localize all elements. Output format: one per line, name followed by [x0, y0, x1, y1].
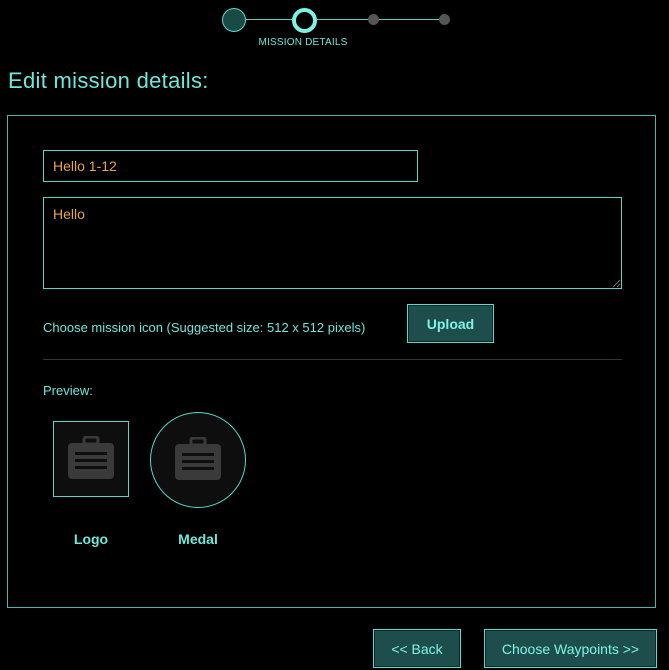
mission-name-input[interactable] — [43, 150, 418, 182]
stepper-connector — [246, 19, 292, 20]
preview-label: Preview: — [43, 383, 93, 398]
briefcase-icon — [175, 437, 221, 480]
step-current-dot — [292, 8, 317, 33]
mission-description-textarea[interactable]: Hello — [43, 197, 622, 289]
stepper-connector — [317, 19, 368, 20]
stepper-connector — [379, 19, 439, 20]
logo-caption: Logo — [73, 531, 109, 547]
back-button[interactable]: << Back — [373, 629, 461, 668]
step-completed-dot[interactable] — [222, 8, 246, 32]
step-pending-dot — [368, 14, 379, 25]
divider — [43, 359, 622, 360]
mission-icon-label: Choose mission icon (Suggested size: 512… — [43, 320, 366, 335]
medal-preview — [150, 412, 246, 508]
mission-details-panel: Hello Choose mission icon (Suggested siz… — [7, 115, 656, 608]
briefcase-icon — [68, 436, 114, 479]
choose-waypoints-button[interactable]: Choose Waypoints >> — [484, 629, 657, 668]
logo-preview — [53, 421, 129, 497]
upload-button[interactable]: Upload — [407, 304, 494, 343]
page: MISSION DETAILS Edit mission details: He… — [0, 0, 669, 670]
current-step-label: MISSION DETAILS — [258, 37, 348, 48]
step-pending-dot — [439, 14, 450, 25]
page-title: Edit mission details: — [8, 68, 209, 93]
medal-caption: Medal — [178, 531, 218, 547]
resize-grip-icon[interactable] — [612, 279, 621, 288]
progress-stepper: MISSION DETAILS — [0, 0, 669, 60]
